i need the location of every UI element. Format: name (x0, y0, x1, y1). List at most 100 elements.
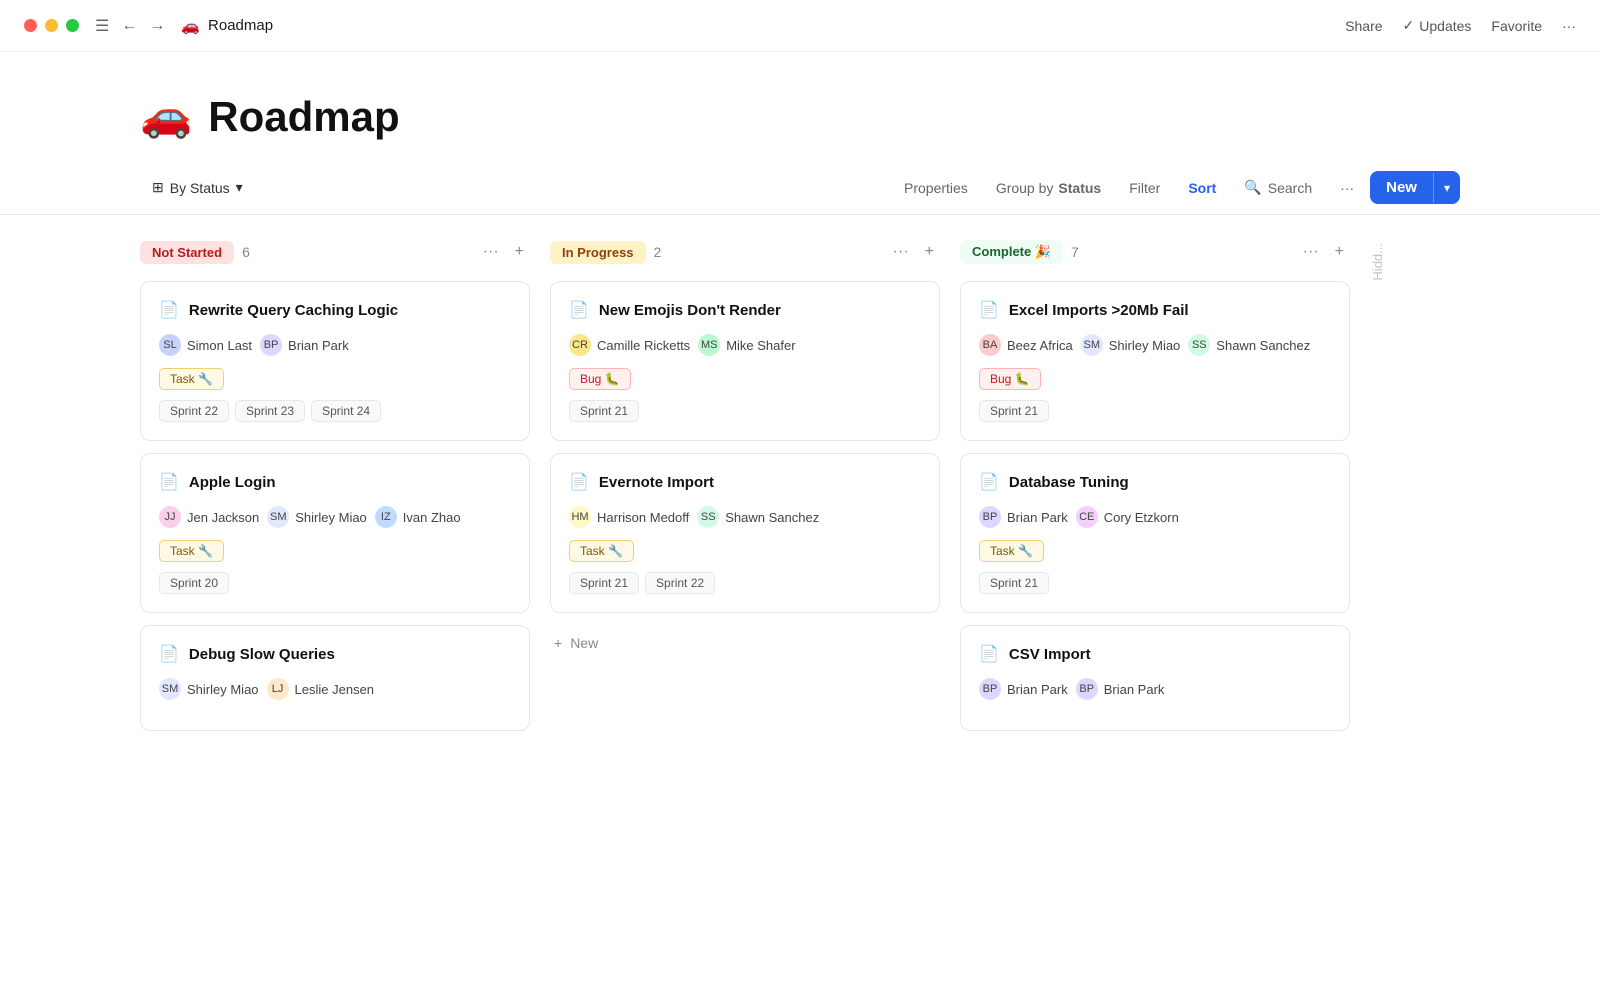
card-tags: Task 🔧 (159, 368, 511, 390)
card-tag[interactable]: Task 🔧 (159, 368, 224, 390)
card-tag[interactable]: Bug 🐛 (979, 368, 1041, 390)
sprint-tag[interactable]: Sprint 21 (569, 572, 639, 594)
group-by-button[interactable]: Group by Status (984, 173, 1113, 203)
view-selector-button[interactable]: ⊞ By Status ▾ (140, 173, 255, 202)
card-title-text: CSV Import (1009, 646, 1091, 663)
avatar: SS (697, 506, 719, 528)
assignee-name: Harrison Medoff (597, 510, 689, 525)
card-doc-icon: 📄 (159, 300, 179, 320)
card-tag[interactable]: Task 🔧 (569, 540, 634, 562)
assignee-name: Mike Shafer (726, 338, 795, 353)
col-more-button-complete[interactable]: ··· (1297, 239, 1325, 265)
card-new-emojis-don't-render[interactable]: 📄 New Emojis Don't Render CR Camille Ric… (550, 281, 940, 441)
card-rewrite-query-caching-logic[interactable]: 📄 Rewrite Query Caching Logic SL Simon L… (140, 281, 530, 441)
card-evernote-import[interactable]: 📄 Evernote Import HM Harrison Medoff SS … (550, 453, 940, 613)
card-assignees: SM Shirley Miao LJ Leslie Jensen (159, 678, 511, 700)
sprint-tag[interactable]: Sprint 24 (311, 400, 381, 422)
status-badge-complete: Complete 🎉 (960, 240, 1063, 264)
card-tags: Bug 🐛 (569, 368, 921, 390)
back-button[interactable]: ← (117, 13, 141, 39)
column-in-progress: In Progress 2 ··· + 📄 New Emojis Don't R… (550, 235, 940, 661)
forward-button[interactable]: → (145, 13, 169, 39)
minimize-button[interactable] (45, 19, 58, 32)
card-tag[interactable]: Task 🔧 (979, 540, 1044, 562)
toolbar-left: ⊞ By Status ▾ (140, 173, 255, 202)
card-tags: Task 🔧 (979, 540, 1331, 562)
properties-button[interactable]: Properties (892, 173, 980, 203)
new-item-button[interactable]: New (1370, 171, 1433, 204)
card-title-text: Evernote Import (599, 474, 714, 491)
sprint-tag[interactable]: Sprint 20 (159, 572, 229, 594)
sprint-tag[interactable]: Sprint 22 (159, 400, 229, 422)
assignee: MS Mike Shafer (698, 334, 795, 356)
sprint-tag[interactable]: Sprint 21 (979, 572, 1049, 594)
traffic-lights (24, 19, 79, 32)
col-more-button-in-progress[interactable]: ··· (887, 239, 915, 265)
card-title: 📄 Evernote Import (569, 472, 921, 492)
share-button[interactable]: Share (1345, 18, 1382, 34)
card-tags: Task 🔧 (159, 540, 511, 562)
card-assignees: SL Simon Last BP Brian Park (159, 334, 511, 356)
card-sprints: Sprint 21 Sprint 22 (569, 572, 921, 594)
view-label: By Status (170, 180, 230, 196)
close-button[interactable] (24, 19, 37, 32)
card-title: 📄 New Emojis Don't Render (569, 300, 921, 320)
col-add-button-in-progress[interactable]: + (919, 239, 940, 265)
sprint-tag[interactable]: Sprint 23 (235, 400, 305, 422)
titlebar-nav: ☰ ← → (91, 12, 169, 40)
search-button[interactable]: 🔍 Search (1232, 172, 1324, 203)
col-more-button-not-started[interactable]: ··· (477, 239, 505, 265)
card-tag[interactable]: Task 🔧 (159, 540, 224, 562)
title-emoji: 🚗 (181, 17, 200, 35)
col-add-button-complete[interactable]: + (1329, 239, 1350, 265)
favorite-button[interactable]: Favorite (1491, 18, 1542, 34)
card-doc-icon: 📄 (979, 644, 999, 664)
maximize-button[interactable] (66, 19, 79, 32)
updates-button[interactable]: ✓ Updates (1403, 17, 1472, 34)
card-excel-imports->20mb-fail[interactable]: 📄 Excel Imports >20Mb Fail BA Beez Afric… (960, 281, 1350, 441)
card-title: 📄 Excel Imports >20Mb Fail (979, 300, 1331, 320)
assignee-name: Brian Park (1007, 510, 1068, 525)
assignee-name: Camille Ricketts (597, 338, 690, 353)
titlebar-title: 🚗 Roadmap (181, 17, 273, 35)
avatar: BP (1076, 678, 1098, 700)
more-button[interactable]: ··· (1562, 18, 1576, 34)
card-database-tuning[interactable]: 📄 Database Tuning BP Brian Park CE Cory … (960, 453, 1350, 613)
page-emoji: 🚗 (140, 92, 192, 141)
avatar: SM (267, 506, 289, 528)
sprint-tag[interactable]: Sprint 21 (569, 400, 639, 422)
titlebar-right: Share ✓ Updates Favorite ··· (1345, 17, 1576, 34)
assignee-name: Ivan Zhao (403, 510, 461, 525)
more-options-button[interactable]: ··· (1328, 173, 1366, 203)
assignee-name: Jen Jackson (187, 510, 259, 525)
assignee-name: Beez Africa (1007, 338, 1073, 353)
column-not-started: Not Started 6 ··· + 📄 Rewrite Query Cach… (140, 235, 530, 743)
new-item-dropdown-button[interactable]: ▾ (1433, 173, 1460, 203)
page-title-text: Roadmap (208, 93, 399, 141)
assignee: BP Brian Park (260, 334, 349, 356)
sprint-tag[interactable]: Sprint 21 (979, 400, 1049, 422)
status-badge-not-started: Not Started (140, 241, 234, 264)
assignee-name: Shawn Sanchez (725, 510, 819, 525)
toolbar: ⊞ By Status ▾ Properties Group by Status… (0, 161, 1600, 215)
card-tag[interactable]: Bug 🐛 (569, 368, 631, 390)
chevron-down-icon: ▾ (236, 179, 243, 196)
avatar: SL (159, 334, 181, 356)
card-title-text: Excel Imports >20Mb Fail (1009, 302, 1189, 319)
assignee-name: Brian Park (288, 338, 349, 353)
page-title: 🚗 Roadmap (140, 92, 1460, 141)
sprint-tag[interactable]: Sprint 22 (645, 572, 715, 594)
assignee-name: Shawn Sanchez (1216, 338, 1310, 353)
new-item-row[interactable]: +New (550, 625, 940, 661)
col-add-button-not-started[interactable]: + (509, 239, 530, 265)
avatar: IZ (375, 506, 397, 528)
card-doc-icon: 📄 (979, 472, 999, 492)
card-doc-icon: 📄 (159, 644, 179, 664)
card-title: 📄 CSV Import (979, 644, 1331, 664)
sidebar-toggle-button[interactable]: ☰ (91, 12, 113, 40)
card-apple-login[interactable]: 📄 Apple Login JJ Jen Jackson SM Shirley … (140, 453, 530, 613)
card-debug-slow-queries[interactable]: 📄 Debug Slow Queries SM Shirley Miao LJ … (140, 625, 530, 731)
card-csv-import[interactable]: 📄 CSV Import BP Brian Park BP Brian Park (960, 625, 1350, 731)
sort-button[interactable]: Sort (1176, 173, 1228, 203)
filter-button[interactable]: Filter (1117, 173, 1172, 203)
